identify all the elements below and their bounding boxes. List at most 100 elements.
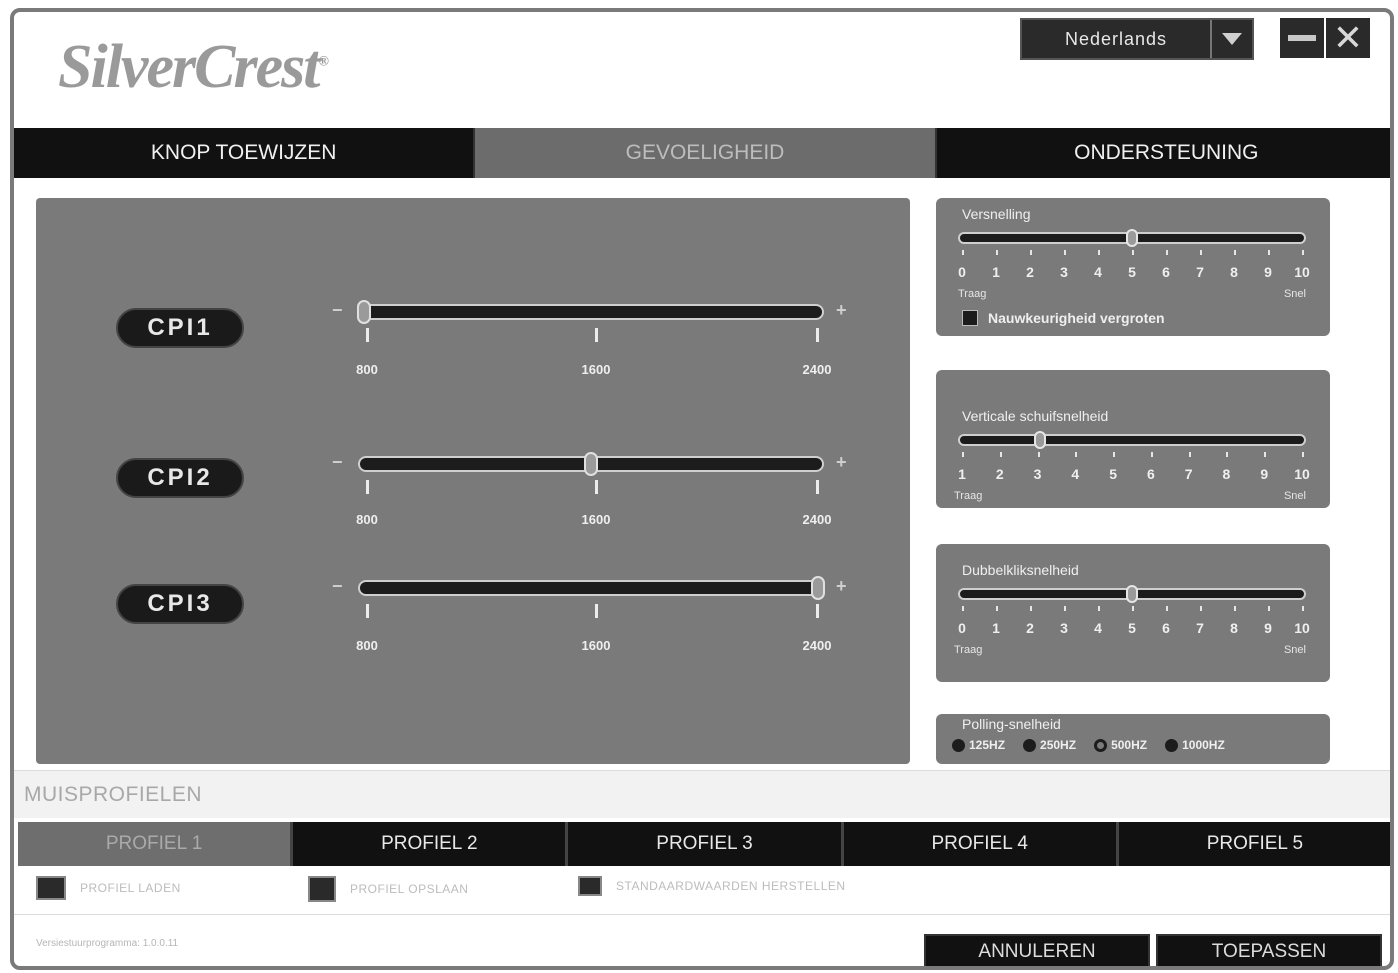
scale-tick [1037,452,1040,457]
vertical-scroll-high-label: Snel [1283,490,1306,502]
cpi2-slider-thumb[interactable] [584,452,598,476]
profiles-section-label: MUISPROFIELEN [24,783,203,806]
tab-profiel-3[interactable]: PROFIEL 3 [568,822,844,866]
cpi1-slider[interactable] [357,300,824,324]
close-button[interactable]: ✕ [1326,17,1370,58]
cpi2-tick-label: 800 [356,512,378,527]
reset-icon [578,876,602,896]
vertical-scroll-slider-thumb[interactable] [1033,431,1046,449]
load-profile-button[interactable]: PROFIEL LADEN [36,876,181,900]
scale-number: 5 [1109,466,1117,482]
cpi3-slider-thumb[interactable] [811,576,825,600]
double-click-slider-thumb[interactable] [1126,585,1138,603]
scale-number: 2 [1026,264,1034,280]
radio-selected-icon[interactable] [1094,738,1108,752]
cpi2-tick-label: 1600 [581,512,611,527]
cpi1-button[interactable]: CPI1 [116,308,244,348]
cpi3-slider[interactable] [358,576,825,600]
cpi2-slider[interactable] [358,452,824,476]
cancel-button[interactable]: ANNULEREN [924,934,1150,966]
cpi1-tick [816,328,819,342]
tab-ondersteuning[interactable]: ONDERSTEUNING [937,128,1390,178]
polling-option-500[interactable]: 500HZ [1094,738,1147,752]
scale-tick [1200,250,1202,255]
vertical-scroll-title: Verticale schuifsnelheid [962,408,1109,424]
vertical-scroll-slider[interactable] [958,431,1306,449]
chevron-down-icon[interactable] [1210,20,1252,58]
scale-number: 6 [1162,264,1170,280]
cpi2-decrease[interactable]: − [332,452,343,473]
scale-number: 4 [1094,620,1102,636]
cpi3-tick [816,604,819,618]
scale-tick [1132,606,1134,611]
cpi3-tick-label: 2400 [802,638,832,653]
tab-gevoeligheid[interactable]: GEVOELIGHEID [475,128,937,178]
scale-tick [1132,250,1134,255]
save-profile-button[interactable]: PROFIEL OPSLAAN [308,876,468,902]
scale-number: 1 [992,264,1000,280]
cpi-row-3: CPI3 − + 800 1600 2400 [36,574,910,664]
cpi3-increase[interactable]: + [836,576,847,597]
polling-option-1000[interactable]: 1000HZ [1165,738,1225,752]
apply-button[interactable]: TOEPASSEN [1156,934,1382,966]
language-dropdown[interactable]: Nederlands [1020,18,1254,60]
double-click-slider[interactable] [958,585,1306,603]
scale-number: 6 [1146,466,1155,482]
scale-tick [1264,452,1267,457]
polling-option-250[interactable]: 250HZ [1023,738,1076,752]
scale-tick [1030,250,1032,255]
scale-number: 0 [958,620,966,636]
tab-profiel-5[interactable]: PROFIEL 5 [1119,822,1390,866]
scale-number: 9 [1264,264,1272,280]
tab-knop-toewijzen[interactable]: KNOP TOEWIJZEN [14,128,476,178]
acceleration-slider[interactable] [958,229,1306,247]
minimize-icon [1288,35,1316,41]
double-click-title: Dubbelkliksnelheid [962,562,1079,578]
radio-icon[interactable] [952,738,965,752]
precision-checkbox[interactable] [962,310,978,326]
scale-number: 8 [1230,620,1238,636]
minimize-button[interactable] [1280,18,1324,58]
tab-profiel-2[interactable]: PROFIEL 2 [293,822,569,866]
tab-profiel-4[interactable]: PROFIEL 4 [844,822,1119,866]
scale-number: 1 [992,620,1000,636]
precision-checkbox-label: Nauwkeurigheid vergroten [988,310,1165,326]
tab-profiel-1[interactable]: PROFIEL 1 [18,822,294,866]
cpi3-button[interactable]: CPI3 [116,584,244,624]
cpi1-tick [366,328,369,342]
cpi3-tick-label: 1600 [581,638,611,653]
scale-number: 7 [1196,264,1204,280]
scale-tick [1075,452,1078,457]
double-click-high-label: Snel [1283,644,1306,656]
cpi1-decrease[interactable]: − [332,300,343,321]
radio-icon[interactable] [1165,738,1179,752]
cpi2-button[interactable]: CPI2 [116,458,244,498]
cpi3-tick-label: 800 [356,638,378,653]
radio-icon[interactable] [1023,738,1037,752]
profile-tab-bar: PROFIEL 1 PROFIEL 2 PROFIEL 3 PROFIEL 4 … [18,822,1390,866]
scale-number: 3 [1060,620,1068,636]
scale-number: 9 [1260,466,1269,482]
reset-defaults-button[interactable]: STANDAARDWAARDEN HERSTELLEN [578,876,846,896]
cpi1-slider-thumb[interactable] [357,300,371,324]
scale-tick [1200,606,1202,611]
scale-tick [1226,452,1229,457]
scale-number: 6 [1162,620,1170,636]
scale-tick [1098,606,1100,611]
cpi3-decrease[interactable]: − [332,576,343,597]
acceleration-slider-thumb[interactable] [1126,229,1138,247]
scale-tick [1234,250,1236,255]
cpi1-increase[interactable]: + [836,300,847,321]
scale-tick [1302,452,1304,457]
scale-number: 2 [995,466,1004,482]
polling-option-label: 125HZ [969,738,1006,752]
cpi2-increase[interactable]: + [836,452,847,473]
scale-tick [1188,452,1191,457]
cpi1-tick-label: 1600 [581,362,611,377]
scale-number: 3 [1033,466,1042,482]
scale-number: 1 [958,466,966,482]
save-icon [308,876,336,902]
polling-option-125[interactable]: 125HZ [952,738,1005,752]
reset-defaults-label: STANDAARDWAARDEN HERSTELLEN [616,879,846,893]
polling-title: Polling-snelheid [962,716,1061,732]
